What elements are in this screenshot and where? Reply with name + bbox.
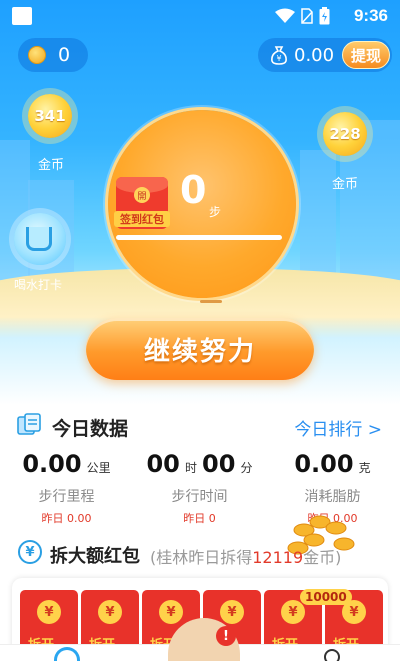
redpack-section-header: ¥ 拆大额红包 (桂林昨日拆得12119金币): [0, 536, 400, 572]
envelope-yen-seal: ¥: [220, 600, 244, 624]
battery-icon: [319, 7, 330, 25]
building-shape: [300, 150, 336, 280]
stat-distance-yesterday: 昨日 0.00: [41, 512, 92, 525]
yen-icon: ¥: [18, 540, 42, 564]
redpack-title: 拆大额红包: [50, 546, 140, 567]
coin-balance[interactable]: 0: [18, 38, 88, 72]
coin-balance-value: 0: [58, 44, 71, 66]
redpack-subtitle: (桂林昨日拆得12119金币): [150, 544, 341, 568]
home-icon[interactable]: [54, 647, 80, 661]
divider-dash: [200, 300, 222, 303]
step-progress-fill: [116, 235, 282, 240]
coin-bubble-left[interactable]: 341: [28, 94, 72, 138]
water-checkin-label: 喝水打卡: [14, 278, 63, 292]
svg-text:¥: ¥: [276, 54, 281, 63]
coin-bubble-left-label: 金币: [38, 158, 65, 173]
stat-fat-unit: 克: [358, 461, 371, 475]
stat-fat-value: 0.00: [294, 450, 354, 478]
today-header: 今日数据 今日排行 >: [0, 408, 400, 448]
alert-badge: !: [216, 626, 236, 646]
step-unit: 步: [209, 205, 222, 219]
cash-balance-value: 0.00: [294, 44, 335, 66]
status-bar: 9:36: [0, 0, 400, 32]
stat-time-minutes-unit: 分: [240, 461, 253, 475]
sim-icon: [301, 8, 313, 24]
coin-bubble-left-value: 341: [34, 107, 66, 125]
coin-bubble-right-value: 228: [329, 125, 361, 143]
status-time: 9:36: [353, 6, 388, 25]
status-square-icon: [12, 7, 32, 25]
stat-time-label: 步行时间: [171, 489, 228, 505]
stat-time-hours: 00: [146, 450, 180, 478]
stat-distance-label: 步行里程: [38, 489, 95, 505]
continue-button[interactable]: 继续努力: [86, 318, 314, 380]
envelope-yen-seal: ¥: [281, 600, 305, 624]
checkin-redpack-label[interactable]: 签到红包: [114, 211, 170, 227]
coin-bubble-right-label: 金币: [332, 177, 359, 192]
today-rank-link[interactable]: 今日排行 >: [294, 415, 382, 440]
stat-distance-unit: 公里: [86, 461, 111, 475]
step-progress-bar: [116, 235, 282, 240]
redpack-subtitle-amount: 12119: [252, 548, 304, 567]
redpack-seal: 開: [134, 187, 150, 203]
envelope-yen-seal: ¥: [98, 600, 122, 624]
bonus-tag: 10000: [300, 589, 352, 605]
stat-time-hours-unit: 时: [184, 461, 197, 475]
withdraw-button[interactable]: 提现: [342, 41, 390, 69]
stat-time-yesterday: 昨日 0: [183, 512, 216, 525]
calendar-icon: [17, 413, 41, 435]
coin-icon: [28, 46, 46, 64]
stat-distance-value: 0.00: [22, 450, 82, 478]
redpack-subtitle-suffix: 金币): [303, 548, 342, 567]
stat-fat-label: 消耗脂肪: [304, 489, 361, 505]
stat-time: 00 时 00 分 步行时间 昨日 0: [133, 450, 266, 526]
cash-balance[interactable]: ¥ 0.00 提现: [258, 38, 392, 72]
today-title: 今日数据: [52, 418, 129, 440]
stat-distance: 0.00 公里 步行里程 昨日 0.00: [0, 450, 133, 526]
profile-icon[interactable]: [324, 649, 340, 661]
money-bag-icon: ¥: [271, 46, 287, 65]
envelope-yen-seal: ¥: [37, 600, 61, 624]
step-count: 0: [180, 168, 207, 212]
wifi-icon: [275, 8, 295, 23]
water-checkin-button[interactable]: [14, 213, 66, 265]
redpack-subtitle-prefix: (桂林昨日拆得: [150, 548, 253, 567]
coin-bubble-right[interactable]: 228: [323, 112, 367, 156]
water-cup-icon: [26, 227, 52, 251]
stat-time-minutes: 00: [202, 450, 236, 478]
envelope-yen-seal: ¥: [159, 600, 183, 624]
